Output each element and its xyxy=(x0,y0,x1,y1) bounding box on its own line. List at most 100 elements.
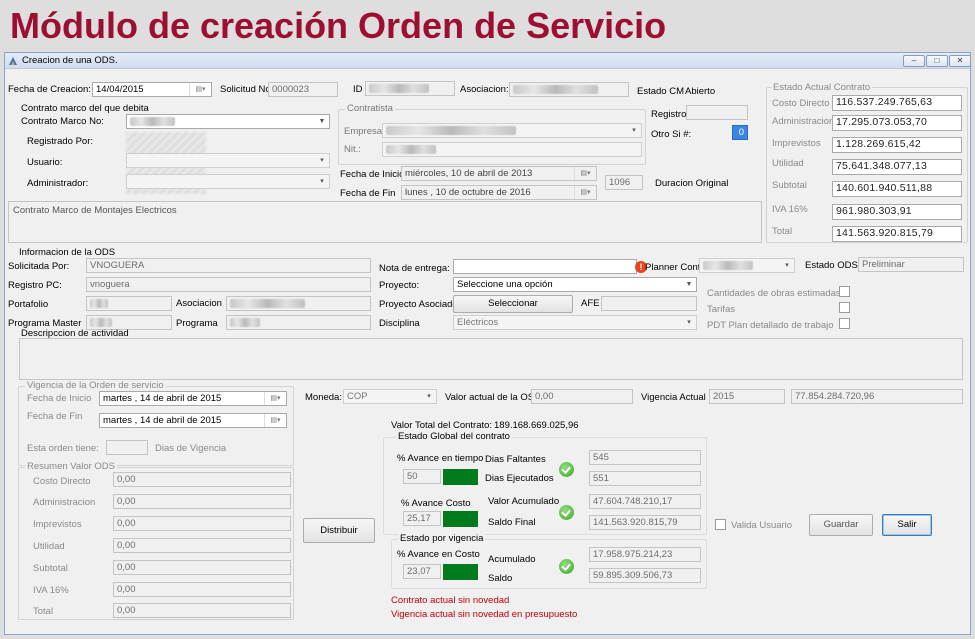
id-field[interactable] xyxy=(365,81,455,96)
chevron-down-icon[interactable]: ▾ xyxy=(682,316,696,329)
empresa-combo[interactable]: ▾ xyxy=(382,123,642,138)
fecha-fin-picker[interactable]: lunes , 10 de octubre de 2016 ▤▾ xyxy=(401,185,597,200)
redacted-portafolio xyxy=(90,298,108,308)
close-icon[interactable]: ✕ xyxy=(949,55,971,67)
chevron-down-icon[interactable]: ▼ xyxy=(315,115,329,128)
asociacion-ods-label: Asociacion xyxy=(176,298,222,309)
valor-acumulado-label: Valor Acumulado xyxy=(488,496,560,507)
avance-tiempo-indicator xyxy=(443,469,478,485)
pdt-checkbox[interactable] xyxy=(839,318,850,329)
avance-costo-field[interactable]: 25,17 xyxy=(403,511,441,526)
calendar-icon[interactable]: ▤▾ xyxy=(264,392,286,405)
duracion-label: Duracion Original xyxy=(655,178,729,189)
portafolio-field[interactable] xyxy=(86,296,172,311)
resumen-subtotal-label: Subtotal xyxy=(33,563,68,574)
guardar-button[interactable]: Guardar xyxy=(809,514,873,536)
administrador-combo[interactable]: ▾ xyxy=(126,174,330,189)
dias-faltantes-field[interactable]: 545 xyxy=(589,450,701,465)
nota-entrega-label: Nota de entrega: xyxy=(379,263,450,274)
nit-label: Nit.: xyxy=(344,144,361,155)
disciplina-combo[interactable]: Eléctricos ▾ xyxy=(453,315,697,330)
maximize-icon[interactable]: □ xyxy=(926,55,948,67)
vig-avance-costo-indicator xyxy=(443,564,478,580)
minimize-icon[interactable]: – xyxy=(903,55,925,67)
dias-vigencia-field[interactable] xyxy=(106,440,148,455)
otro-si-field[interactable]: 0 xyxy=(732,125,748,140)
tarifas-checkbox[interactable] xyxy=(839,302,850,313)
redacted-id xyxy=(369,83,429,93)
chevron-down-icon[interactable]: ▾ xyxy=(315,175,329,188)
proyecto-combo[interactable]: Seleccione una opción ▼ xyxy=(453,277,697,292)
afe-field[interactable] xyxy=(601,296,697,311)
valor-acumulado-field[interactable]: 47.604.748.210,17 xyxy=(589,494,701,509)
vigencia-inicio-picker[interactable]: martes , 14 de abril de 2015 ▤▾ xyxy=(99,391,287,406)
usuario-combo[interactable]: ▾ xyxy=(126,153,330,168)
solicitada-field[interactable]: VNOGUERA xyxy=(86,258,371,273)
duracion-field[interactable]: 1096 xyxy=(605,175,643,190)
redacted-nit xyxy=(386,144,436,154)
saldo-final-field[interactable]: 141.563.920.815,79 xyxy=(589,515,701,530)
estado-costo-directo-value: 116.537.249.765,63 xyxy=(832,95,962,111)
disciplina-label: Disciplina xyxy=(379,318,420,329)
fecha-inicio-label: Fecha de Inicio xyxy=(340,169,405,180)
salir-button[interactable]: Salir xyxy=(882,514,932,536)
planner-combo[interactable]: ▾ xyxy=(699,258,795,273)
valida-usuario-checkbox[interactable] xyxy=(715,519,726,530)
resumen-imprevistos-label: Imprevistos xyxy=(33,519,82,530)
estado-ods-field[interactable]: Preliminar xyxy=(858,257,964,272)
estado-utilidad-value: 75.641.348.077,13 xyxy=(832,159,962,175)
seleccionar-button[interactable]: Seleccionar xyxy=(453,295,573,313)
registro-pc-field[interactable]: vnoguera xyxy=(86,277,371,292)
saldo-field[interactable]: 59.895.309.506,73 xyxy=(589,568,701,583)
estado-imprevistos-value: 1.128.269.615,42 xyxy=(832,137,962,153)
chevron-down-icon[interactable]: ▾ xyxy=(627,124,641,137)
estado-utilidad-label: Utilidad xyxy=(772,158,804,169)
dias-ejecutados-field[interactable]: 551 xyxy=(589,471,701,486)
contrato-no-combo[interactable]: ▼ xyxy=(126,114,330,129)
moneda-label: Moneda: xyxy=(305,392,342,403)
chevron-down-icon[interactable]: ▼ xyxy=(682,278,696,291)
vig-avance-costo-field[interactable]: 23,07 xyxy=(403,564,441,579)
vigencia-fin-picker[interactable]: martes , 14 de abril de 2015 ▤▾ xyxy=(99,413,287,428)
nit-field[interactable] xyxy=(382,142,642,157)
acumulado-label: Acumulado xyxy=(488,554,536,565)
calendar-icon[interactable]: ▤▾ xyxy=(264,414,286,427)
avance-tiempo-field[interactable]: 50 xyxy=(403,469,441,484)
moneda-combo[interactable]: COP ▾ xyxy=(343,389,437,404)
calendar-icon[interactable]: ▤▾ xyxy=(189,83,211,96)
avance-costo-label: % Avance Costo xyxy=(401,498,471,509)
cantidades-checkbox[interactable] xyxy=(839,286,850,297)
programa-field[interactable] xyxy=(226,315,371,330)
valor-total-value: 189.168.669.025,96 xyxy=(494,420,579,431)
chevron-down-icon[interactable]: ▾ xyxy=(780,259,794,272)
descripcion-contrato[interactable]: Contrato Marco de Montajes Electricos xyxy=(8,201,762,243)
nota-entrega-field[interactable] xyxy=(453,259,637,274)
fecha-creacion-picker[interactable]: 14/04/2015 ▤▾ xyxy=(92,82,212,97)
ods-window: Creacion de una ODS. – □ ✕ Fecha de Crea… xyxy=(4,52,971,635)
registro-field[interactable] xyxy=(686,105,748,120)
vigencia-year-field[interactable]: 2015 xyxy=(709,389,785,404)
distribuir-button[interactable]: Distribuir xyxy=(303,518,375,543)
orden-tiene-label: Esta orden tiene: xyxy=(27,443,99,454)
contrato-marco-section-label: Contrato marco del que debita xyxy=(21,103,149,114)
asociacion-ods-field[interactable] xyxy=(226,296,371,311)
vigencia-inicio-value: martes , 14 de abril de 2015 xyxy=(103,393,222,404)
estado-subtotal-label: Subtotal xyxy=(772,180,807,191)
vigencia-value-field[interactable]: 77.854.284.720,96 xyxy=(791,389,963,404)
fecha-inicio-picker[interactable]: miércoles, 10 de abril de 2013 ▤▾ xyxy=(401,166,597,181)
descripcion-actividad-field[interactable] xyxy=(19,338,963,380)
chevron-down-icon[interactable]: ▾ xyxy=(315,154,329,167)
disciplina-value: Eléctricos xyxy=(457,317,499,328)
estado-cm-value: Abierto xyxy=(685,86,716,97)
calendar-icon[interactable]: ▤▾ xyxy=(574,186,596,199)
calendar-icon[interactable]: ▤▾ xyxy=(574,167,596,180)
solicitud-field[interactable]: 0000023 xyxy=(268,82,338,97)
chevron-down-icon[interactable]: ▾ xyxy=(422,390,436,403)
estado-imprevistos-label: Imprevistos xyxy=(772,138,821,149)
acumulado-field[interactable]: 17.958.975.214,23 xyxy=(589,547,701,562)
asociacion-header-field[interactable] xyxy=(509,82,629,97)
resumen-utilidad-label: Utilidad xyxy=(33,541,65,552)
valor-actual-field[interactable]: 0,00 xyxy=(531,389,633,404)
fecha-creacion-label: Fecha de Creacion: xyxy=(8,84,91,95)
fecha-fin-label: Fecha de Fin xyxy=(340,188,396,199)
